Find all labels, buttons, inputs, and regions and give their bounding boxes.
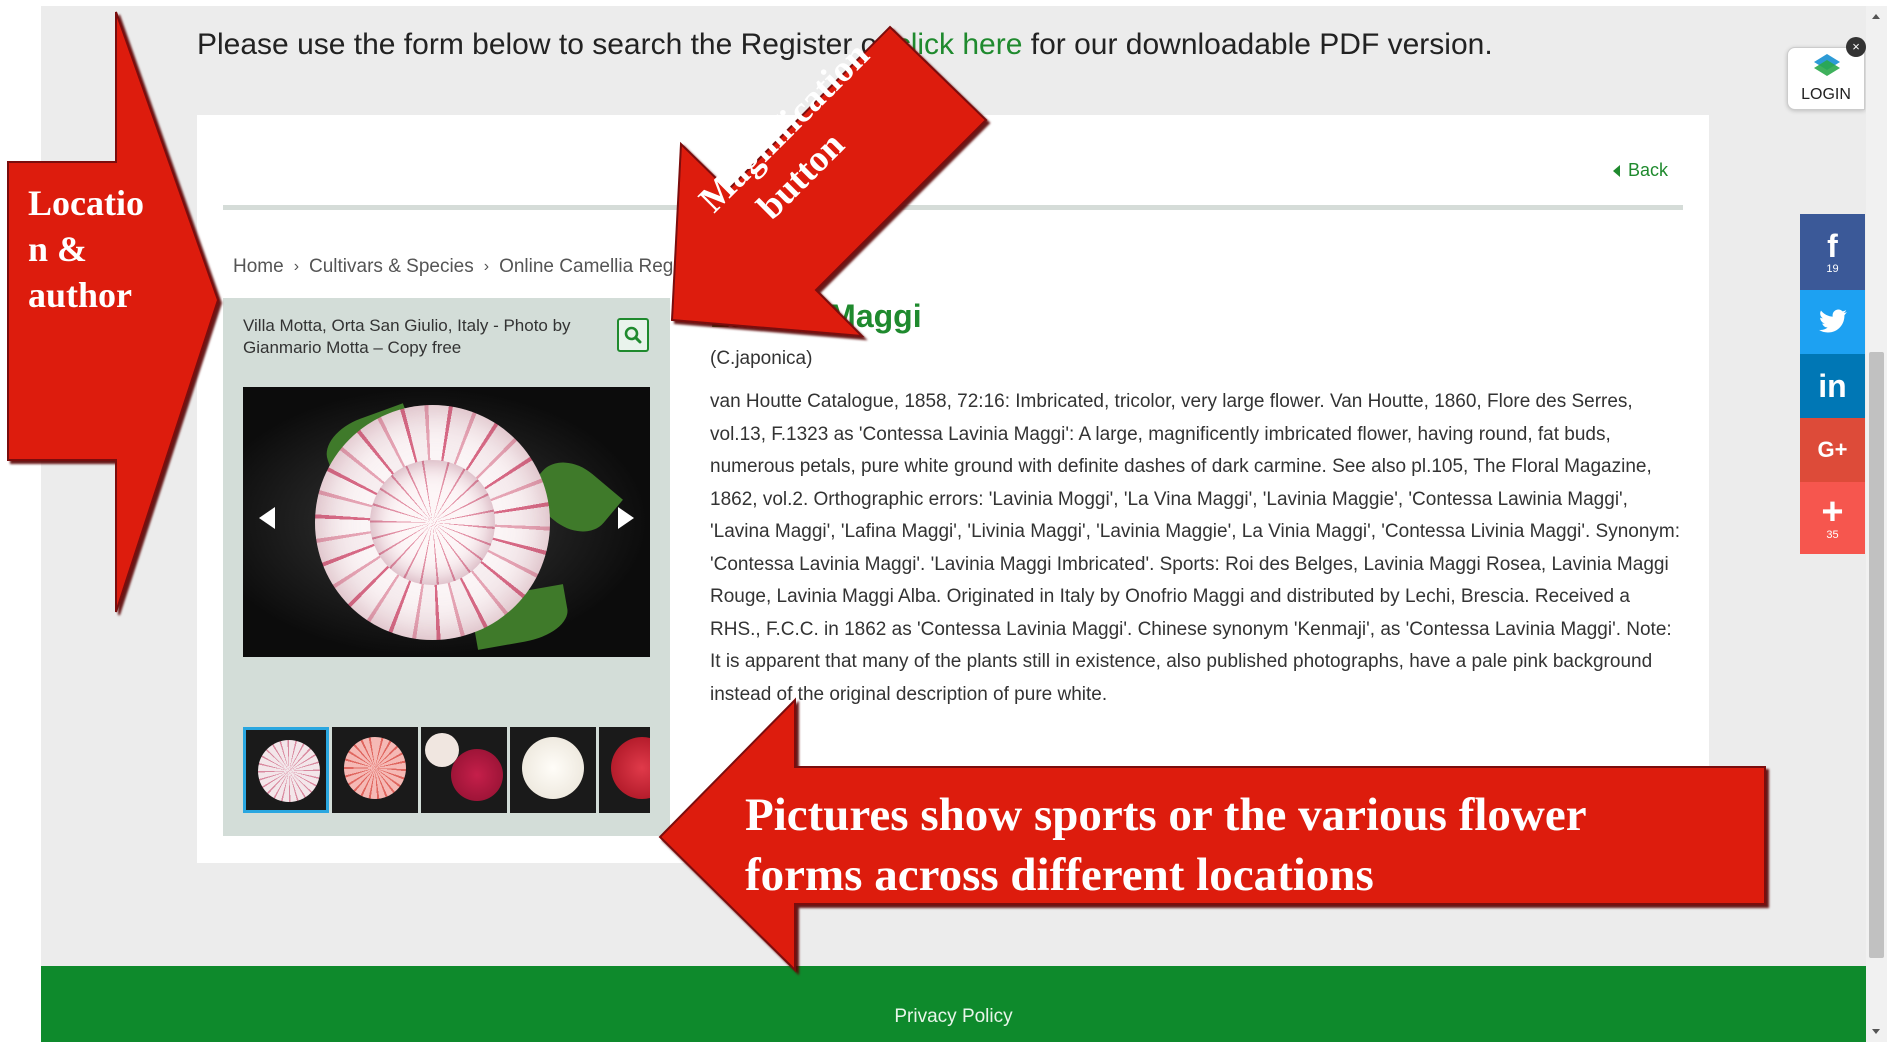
next-photo-arrow-icon[interactable] bbox=[618, 507, 634, 529]
breadcrumb-cultivars[interactable]: Cultivars & Species bbox=[309, 256, 474, 278]
intro-text-after: for our downloadable PDF version. bbox=[1022, 28, 1493, 61]
divider bbox=[223, 205, 1683, 210]
close-icon[interactable]: × bbox=[1846, 37, 1866, 57]
social-share-bar: f 19 in G+ + 35 bbox=[1800, 214, 1865, 554]
intro-text: Please use the form below to search the … bbox=[197, 28, 1493, 62]
chevron-right-icon: › bbox=[483, 258, 490, 275]
plus-icon: + bbox=[1821, 491, 1844, 533]
thumbnail-strip bbox=[243, 727, 650, 815]
facebook-share-count: 19 bbox=[1826, 263, 1839, 275]
back-link[interactable]: Back bbox=[1613, 160, 1668, 181]
species-label: (C.japonica) bbox=[710, 348, 813, 369]
magnify-button[interactable] bbox=[617, 318, 649, 352]
more-share-button[interactable]: + 35 bbox=[1800, 482, 1865, 554]
footer: Privacy Policy bbox=[41, 966, 1866, 1042]
cultivar-title: Lavinia Maggi bbox=[710, 298, 922, 334]
thumbnail-2[interactable] bbox=[332, 727, 418, 813]
linkedin-icon: in bbox=[1818, 368, 1847, 404]
thumbnail-4[interactable] bbox=[510, 727, 596, 813]
breadcrumb: Home › Cultivars & Species › Online Came… bbox=[233, 256, 814, 278]
login-label: LOGIN bbox=[1801, 86, 1851, 103]
previous-photo-arrow-icon[interactable] bbox=[259, 507, 275, 529]
facebook-share-button[interactable]: f 19 bbox=[1800, 214, 1865, 290]
linkedin-share-button[interactable]: in bbox=[1800, 354, 1865, 418]
thumbnail-5[interactable] bbox=[599, 727, 650, 813]
intro-text-before: Please use the form below to search the … bbox=[197, 28, 896, 61]
googleplus-share-button[interactable]: G+ bbox=[1800, 418, 1865, 482]
cultivar-description: van Houtte Catalogue, 1858, 72:16: Imbri… bbox=[710, 391, 1681, 705]
privacy-policy-link[interactable]: Privacy Policy bbox=[41, 1006, 1866, 1028]
chevron-right-icon: › bbox=[293, 258, 300, 275]
twitter-share-button[interactable] bbox=[1800, 290, 1865, 354]
breadcrumb-home[interactable]: Home bbox=[233, 256, 284, 278]
back-label: Back bbox=[1628, 160, 1669, 180]
facebook-icon: f bbox=[1827, 228, 1838, 264]
breadcrumb-register[interactable]: Online Camellia Regis bbox=[499, 256, 687, 278]
magnifier-icon bbox=[624, 326, 642, 344]
twitter-bird-icon bbox=[1818, 309, 1847, 333]
scroll-up-arrow-icon[interactable] bbox=[1872, 14, 1880, 19]
diamond-logo-icon bbox=[1814, 54, 1840, 76]
thumbnail-1[interactable] bbox=[243, 727, 329, 813]
pdf-download-link[interactable]: click here bbox=[896, 28, 1023, 61]
camellia-flower-image bbox=[315, 405, 550, 640]
breadcrumb-current: Lavinia Maggi bbox=[697, 256, 815, 277]
more-share-count: 35 bbox=[1826, 529, 1839, 541]
thumbnail-3[interactable] bbox=[421, 727, 507, 813]
scrollbar-thumb[interactable] bbox=[1869, 352, 1884, 958]
photo-credit: Villa Motta, Orta San Giulio, Italy - Ph… bbox=[243, 316, 571, 357]
caret-left-icon bbox=[1613, 164, 1620, 177]
scroll-down-arrow-icon[interactable] bbox=[1872, 1029, 1880, 1034]
vertical-scrollbar[interactable] bbox=[1866, 6, 1887, 1042]
googleplus-icon: G+ bbox=[1817, 437, 1848, 462]
main-photo[interactable] bbox=[243, 387, 650, 657]
